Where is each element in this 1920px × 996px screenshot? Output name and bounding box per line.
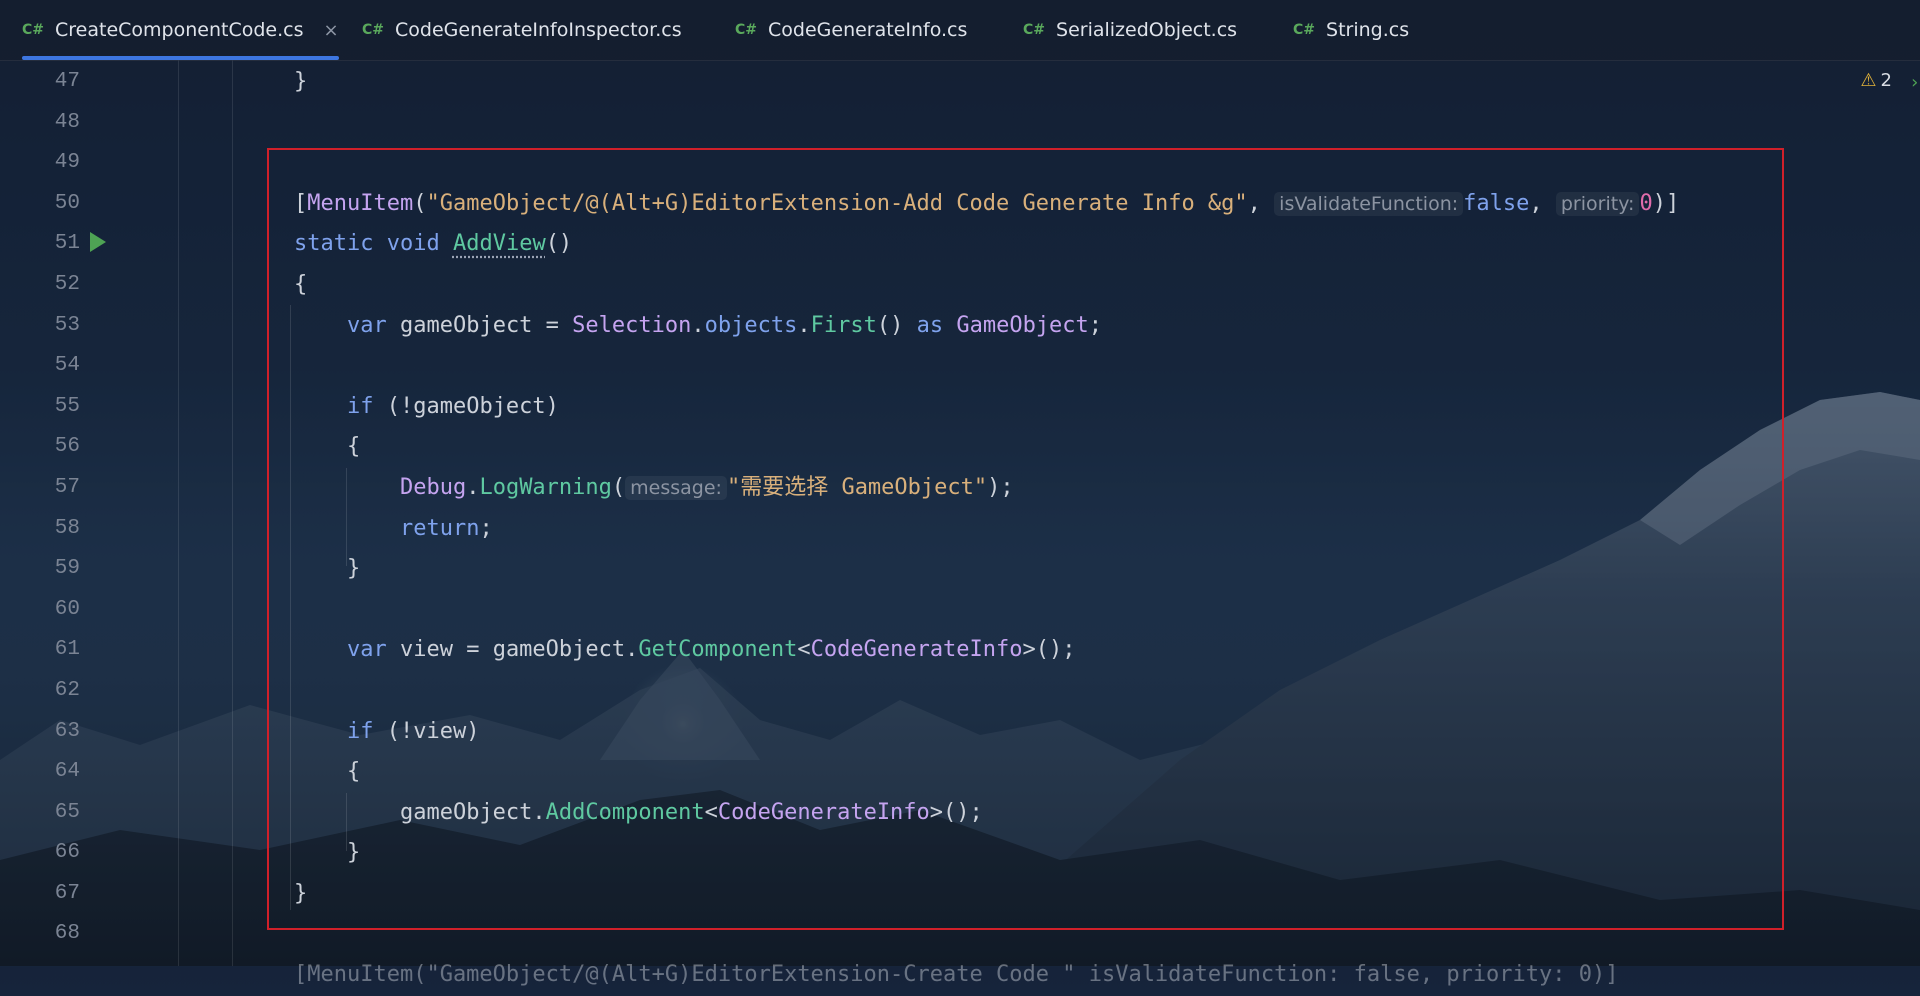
tab-create-component-code[interactable]: C# CreateComponentCode.cs × [22, 0, 339, 60]
line-number: 64 [54, 760, 80, 784]
editor-tab-bar: C# CreateComponentCode.cs × C# CodeGener… [0, 0, 1920, 61]
line-number: 53 [54, 313, 80, 337]
tab-serialized-object[interactable]: C# SerializedObject.cs [1023, 0, 1237, 60]
code-line-53: var gameObject = Selection.objects.First… [346, 312, 1103, 338]
close-icon[interactable]: × [323, 20, 338, 41]
line-number: 66 [54, 841, 80, 865]
tab-label: CreateComponentCode.cs [55, 19, 304, 41]
code-line-67: } [294, 880, 308, 906]
code-line-55: if (!gameObject) [346, 393, 559, 419]
line-number: 65 [54, 800, 80, 824]
code-line-61: var view = gameObject.GetComponent<CodeG… [346, 637, 1076, 663]
code-line-57: Debug.LogWarning(message: "需要选择 GameObjec… [399, 474, 1014, 500]
line-number: 62 [54, 678, 80, 702]
line-number: 67 [54, 881, 80, 905]
code-line-69-partial: [MenuItem("GameObject/@(Alt+G)EditorExte… [294, 962, 1619, 988]
code-line-63: if (!view) [346, 718, 480, 744]
parameter-hint: isValidateFunction: [1274, 191, 1464, 216]
line-number: 63 [54, 719, 80, 743]
line-number: 59 [54, 557, 80, 581]
tab-label: CodeGenerateInfo.cs [768, 19, 968, 41]
line-number-gutter: 47 48 49 50 51 52 53 54 55 56 57 58 59 6… [0, 62, 80, 955]
line-number: 54 [54, 354, 80, 378]
code-editor[interactable]: } [MenuItem("GameObject/@(Alt+G)EditorEx… [294, 62, 1679, 996]
line-number: 47 [54, 70, 80, 93]
warning-triangle-icon: ⚠ [1860, 70, 1877, 91]
code-line-66: } [346, 840, 361, 866]
tab-label: CodeGenerateInfoInspector.cs [395, 19, 682, 41]
method-name: AddView [452, 231, 546, 257]
line-number: 55 [54, 394, 80, 418]
indent-guide [290, 305, 291, 910]
line-number: 58 [54, 516, 80, 540]
gutter-divider [178, 60, 179, 966]
line-number: 52 [54, 272, 80, 296]
parameter-hint: message: [625, 475, 727, 500]
code-line-52: { [294, 271, 308, 297]
tab-label: SerializedObject.cs [1056, 19, 1238, 41]
line-number: 57 [54, 475, 80, 499]
code-line-47: } [294, 69, 308, 94]
code-line-50: [MenuItem("GameObject/@(Alt+G)EditorExte… [294, 190, 1680, 216]
code-line-59: } [346, 556, 361, 582]
tab-label: String.cs [1326, 19, 1410, 41]
fold-divider [232, 60, 233, 966]
parameter-hint: priority: [1555, 191, 1640, 216]
csharp-file-icon: C# [1293, 22, 1316, 38]
tab-code-generate-info-inspector[interactable]: C# CodeGenerateInfoInspector.cs [362, 0, 682, 60]
code-line-51: static void AddView() [294, 231, 573, 257]
line-number: 48 [54, 110, 80, 134]
inspection-widget[interactable]: ⚠ 2 [1860, 70, 1892, 91]
run-gutter-icon[interactable] [90, 232, 106, 252]
line-number: 49 [54, 151, 80, 175]
warning-count: 2 [1880, 70, 1892, 91]
csharp-file-icon: C# [735, 22, 758, 38]
line-number: 68 [54, 922, 80, 946]
line-number: 51 [54, 232, 80, 256]
line-number: 60 [54, 597, 80, 621]
chevron-icon[interactable]: › [1909, 72, 1920, 93]
code-line-58: return; [399, 515, 493, 541]
csharp-file-icon: C# [22, 22, 45, 38]
tab-string[interactable]: C# String.cs [1293, 0, 1409, 60]
line-number: 50 [54, 191, 80, 215]
csharp-file-icon: C# [362, 22, 385, 38]
line-number: 61 [54, 638, 80, 662]
code-line-65: gameObject.AddComponent<CodeGenerateInfo… [399, 799, 983, 825]
line-number: 56 [54, 435, 80, 459]
csharp-file-icon: C# [1023, 22, 1046, 38]
code-line-64: { [346, 759, 361, 785]
tab-code-generate-info[interactable]: C# CodeGenerateInfo.cs [735, 0, 967, 60]
code-line-56: { [346, 434, 361, 460]
